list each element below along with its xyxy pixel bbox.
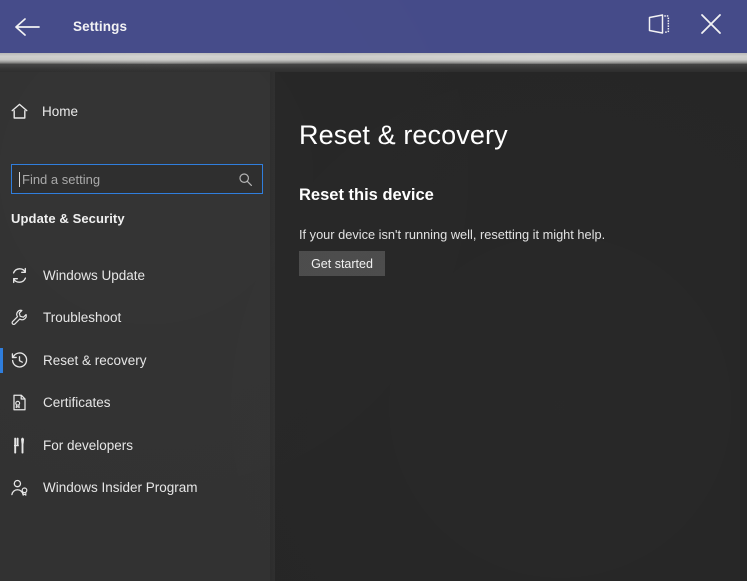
sidebar-item-home[interactable]: Home [0,94,275,128]
back-arrow-icon [14,17,41,37]
project-display-button[interactable] [633,0,685,53]
search-input[interactable]: Find a setting [11,164,263,194]
sidebar-item-windows-insider-program[interactable]: Windows Insider Program [0,467,275,510]
sidebar-group-header: Update & Security [11,211,125,226]
sidebar: Home Find a setting Update & Security Wi… [0,72,275,581]
sidebar-item-label: Windows Insider Program [43,480,198,496]
close-icon [698,11,724,42]
person-badge-icon [0,478,38,497]
settings-window: Settings Home Find a setting Update & Se… [0,0,747,581]
sidebar-item-reset-recovery[interactable]: Reset & recovery [0,339,275,382]
selection-indicator [0,348,3,373]
sidebar-item-certificates[interactable]: Certificates [0,382,275,425]
clock-history-icon [0,351,38,370]
home-icon [0,102,38,121]
text-caret [19,171,20,187]
title-bar: Settings [0,0,747,53]
get-started-button[interactable]: Get started [299,251,385,276]
sidebar-home-label: Home [42,103,79,119]
close-button[interactable] [685,0,737,53]
sidebar-item-label: Certificates [43,395,111,411]
sync-refresh-icon [0,266,38,285]
sidebar-item-label: Reset & recovery [43,352,147,368]
back-button[interactable] [0,0,55,53]
sidebar-item-label: Windows Update [43,267,146,283]
developer-tools-icon [0,436,38,455]
sidebar-item-for-developers[interactable]: For developers [0,424,275,467]
window-title: Settings [73,19,128,34]
sidebar-item-troubleshoot[interactable]: Troubleshoot [0,297,275,340]
page-title: Reset & recovery [299,120,508,150]
main-content: Reset & recovery Reset this device If yo… [275,72,747,581]
section-title: Reset this device [299,186,434,204]
sidebar-item-windows-update[interactable]: Windows Update [0,254,275,297]
sidebar-item-label: Troubleshoot [43,310,122,326]
search-icon[interactable] [238,172,253,187]
screen-glare-band [0,53,747,64]
wrench-icon [0,308,38,327]
project-display-icon [646,12,672,41]
section-description: If your device isn't running well, reset… [299,227,606,242]
sidebar-item-label: For developers [43,437,134,453]
search-placeholder: Find a setting [22,171,101,187]
sidebar-nav: Windows Update Troubleshoot Reset & reco… [0,254,275,509]
certificate-document-icon [0,393,38,412]
